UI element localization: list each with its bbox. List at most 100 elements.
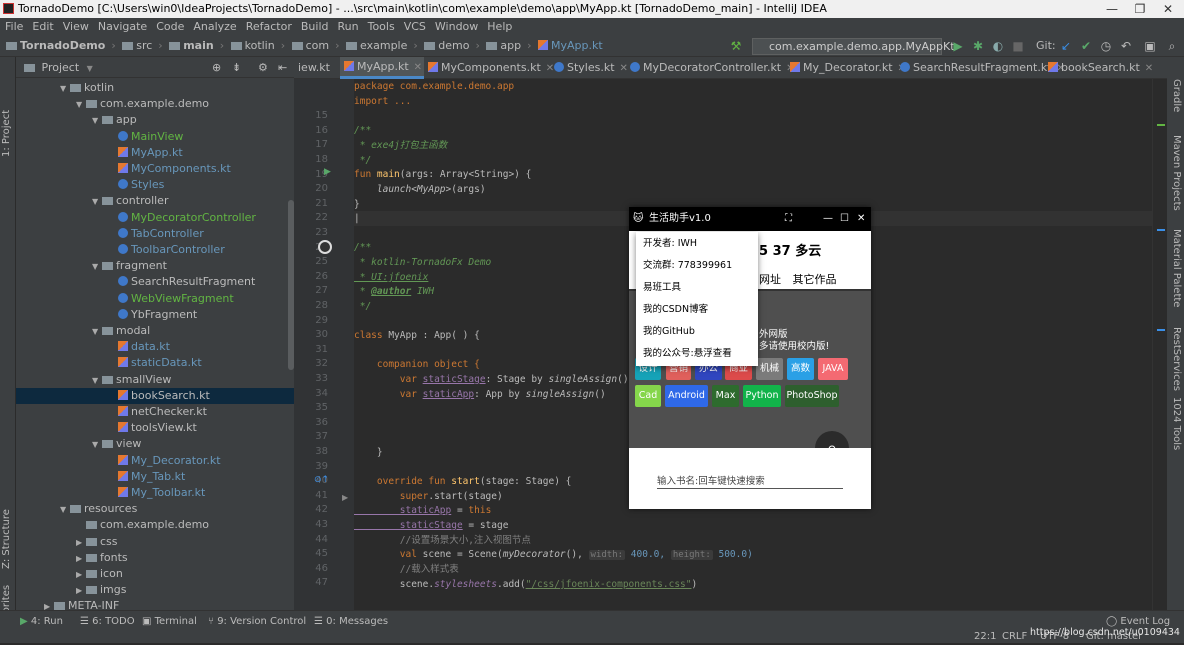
chip-photoshop[interactable]: PhotoShop xyxy=(785,385,839,407)
tree-item-toolbarcontroller[interactable]: ToolbarController xyxy=(16,242,225,258)
tab-booksearch-kt[interactable]: bookSearch.kt ✕ xyxy=(1044,57,1156,79)
expand-arrow-icon[interactable]: ▼ xyxy=(92,113,102,129)
fullscreen-icon[interactable]: ⛶ xyxy=(785,207,792,231)
rollback-icon[interactable]: ↶ xyxy=(1118,38,1134,54)
maximize-icon[interactable]: ☐ xyxy=(840,207,849,231)
run-icon[interactable]: ▶ xyxy=(950,38,966,54)
tree-item-modal[interactable]: ▼ modal xyxy=(16,323,150,339)
expand-arrow-icon[interactable]: ▶ xyxy=(76,535,86,551)
menu-vcs[interactable]: VCS xyxy=(404,20,426,33)
tree-item-data-kt[interactable]: data.kt xyxy=(16,339,170,355)
expand-arrow-icon[interactable]: ▼ xyxy=(92,373,102,389)
tree-item-my-tab-kt[interactable]: My_Tab.kt xyxy=(16,469,185,485)
tree-item-booksearch-kt[interactable]: bookSearch.kt xyxy=(16,387,294,404)
tree-item-my-toolbar-kt[interactable]: My_Toolbar.kt xyxy=(16,485,205,501)
close-icon[interactable]: ✕ xyxy=(1145,63,1153,74)
breadcrumb-demo[interactable]: demo xyxy=(424,35,470,57)
expand-arrow-icon[interactable]: ▼ xyxy=(76,97,86,113)
expand-arrow-icon[interactable]: ▶ xyxy=(76,551,86,567)
git-commit-icon[interactable]: ✔ xyxy=(1078,38,1094,54)
close-window-button[interactable]: ✕ xyxy=(1154,0,1182,18)
menu-run[interactable]: Run xyxy=(338,20,359,33)
breadcrumb-src[interactable]: src xyxy=(122,35,152,57)
tab-my-decorator-kt[interactable]: My_Decorator.kt✕ xyxy=(786,57,906,79)
run-configuration-select[interactable]: com.example.demo.app.MyAppKt ▼ xyxy=(752,38,955,66)
tree-item-smallview[interactable]: ▼ smallView xyxy=(16,372,171,388)
run-tool-button[interactable]: ▶ 4: Run xyxy=(20,614,63,630)
structure-icon[interactable]: ▣ xyxy=(1142,38,1158,54)
close-icon[interactable]: ✕ xyxy=(857,207,865,231)
tree-item-ybfragment[interactable]: YbFragment xyxy=(16,307,197,323)
version-control-tool-button[interactable]: ⑂ 9: Version Control xyxy=(208,614,306,630)
tree-item-icon[interactable]: ▶ icon xyxy=(16,566,123,582)
menu-build[interactable]: Build xyxy=(301,20,329,33)
tree-item-staticdata-kt[interactable]: staticData.kt xyxy=(16,355,202,371)
tree-item-imgs[interactable]: ▶ imgs xyxy=(16,582,127,598)
tree-item-com-example-demo[interactable]: ▼ com.example.demo xyxy=(16,96,209,112)
tree-item-controller[interactable]: ▼ controller xyxy=(16,193,168,209)
menu-edit[interactable]: Edit xyxy=(32,20,53,33)
expand-arrow-icon[interactable]: ▼ xyxy=(60,81,70,97)
todo-tool-button[interactable]: ☰ 6: TODO xyxy=(80,614,135,630)
build-hammer-icon[interactable]: ⚒ xyxy=(728,38,744,54)
chip-机械[interactable]: 机械 xyxy=(756,358,783,380)
locate-target-icon[interactable]: ⊕ xyxy=(212,57,221,78)
breadcrumb-com[interactable]: com xyxy=(291,35,329,57)
menu-code[interactable]: Code xyxy=(156,20,184,33)
stop-icon[interactable]: ■ xyxy=(1010,38,1026,54)
menu-view[interactable]: View xyxy=(63,20,89,33)
menu-item-csdn-blog[interactable]: 我的CSDN博客 xyxy=(643,303,708,317)
git-update-icon[interactable]: ↙ xyxy=(1058,38,1074,54)
history-icon[interactable]: ◷ xyxy=(1098,38,1114,54)
chip-高数[interactable]: 高数 xyxy=(787,358,814,380)
tree-item-app[interactable]: ▼ app xyxy=(16,112,137,128)
tree-item-fragment[interactable]: ▼ fragment xyxy=(16,258,167,274)
tree-item-kotlin[interactable]: ▼ kotlin xyxy=(16,80,114,96)
tree-item-view[interactable]: ▼ view xyxy=(16,436,141,452)
tree-item-fonts[interactable]: ▶ fonts xyxy=(16,550,128,566)
close-icon[interactable]: ✕ xyxy=(414,62,422,73)
breadcrumb-app[interactable]: app xyxy=(486,35,521,57)
chip-python[interactable]: Python xyxy=(743,385,781,407)
run-gutter-icon[interactable]: ▶ xyxy=(324,167,331,177)
chip-cad[interactable]: Cad xyxy=(635,385,661,407)
search-icon[interactable]: ⌕ xyxy=(1164,38,1180,54)
tree-item-searchresultfragment[interactable]: SearchResultFragment xyxy=(16,274,255,290)
tree-item-css[interactable]: ▶ css xyxy=(16,534,118,550)
tree-item-resources[interactable]: ▼ resources xyxy=(16,501,137,517)
tree-item-mycomponents-kt[interactable]: MyComponents.kt xyxy=(16,161,231,177)
breadcrumb-example[interactable]: example xyxy=(346,35,407,57)
collapse-all-icon[interactable]: ⇟ xyxy=(232,57,241,78)
minimize-icon[interactable]: — xyxy=(823,207,833,231)
debug-icon[interactable]: ✱ xyxy=(970,38,986,54)
book-search-input[interactable]: 输入书名:回车键快速搜索 xyxy=(657,473,843,489)
tab-mydecoratorcontroller-kt[interactable]: MyDecoratorController.kt✕ xyxy=(626,57,795,79)
nav-other-works[interactable]: 其它作品 xyxy=(793,273,837,286)
breadcrumb-main[interactable]: main xyxy=(169,35,214,57)
menu-item-wechat[interactable]: 我的公众号:悬浮查看 xyxy=(643,347,732,361)
menu-tools[interactable]: Tools xyxy=(368,20,395,33)
expand-arrow-icon[interactable]: ▼ xyxy=(60,502,70,518)
tree-item-toolsview-kt[interactable]: toolsView.kt xyxy=(16,420,197,436)
tree-item-myapp-kt[interactable]: MyApp.kt xyxy=(16,145,183,161)
maximize-button[interactable]: ❐ xyxy=(1126,0,1154,18)
menu-window[interactable]: Window xyxy=(435,20,478,33)
change-marker[interactable] xyxy=(1157,229,1165,231)
chip-java[interactable]: JAVA xyxy=(818,358,848,380)
menu-refactor[interactable]: Refactor xyxy=(246,20,292,33)
chip-android[interactable]: Android xyxy=(665,385,708,407)
chevron-down-icon[interactable]: ▼ xyxy=(87,64,93,73)
breadcrumb-kotlin[interactable]: kotlin xyxy=(230,35,275,57)
menu-item-developer[interactable]: 开发者: IWH xyxy=(643,237,697,251)
editor-error-stripe[interactable] xyxy=(1152,79,1167,610)
material-palette-tool-tab[interactable]: Material Palette xyxy=(1171,229,1182,307)
chip-max[interactable]: Max xyxy=(712,385,739,407)
tab-searchresultfragment-kt[interactable]: SearchResultFragment.kt ✕ xyxy=(896,57,1065,79)
project-tool-tab[interactable]: 1: Project xyxy=(1,110,12,157)
breadcrumb-myapp[interactable]: MyApp.kt xyxy=(538,35,603,57)
restservices-tool-tab[interactable]: RestServices xyxy=(1171,327,1182,391)
tab-myapp-kt[interactable]: MyApp.kt ✕ xyxy=(340,57,424,79)
tree-item-mydecoratorcontroller[interactable]: MyDecoratorController xyxy=(16,210,256,226)
nav-websites[interactable]: 网址 xyxy=(759,273,781,286)
menu-help[interactable]: Help xyxy=(487,20,512,33)
